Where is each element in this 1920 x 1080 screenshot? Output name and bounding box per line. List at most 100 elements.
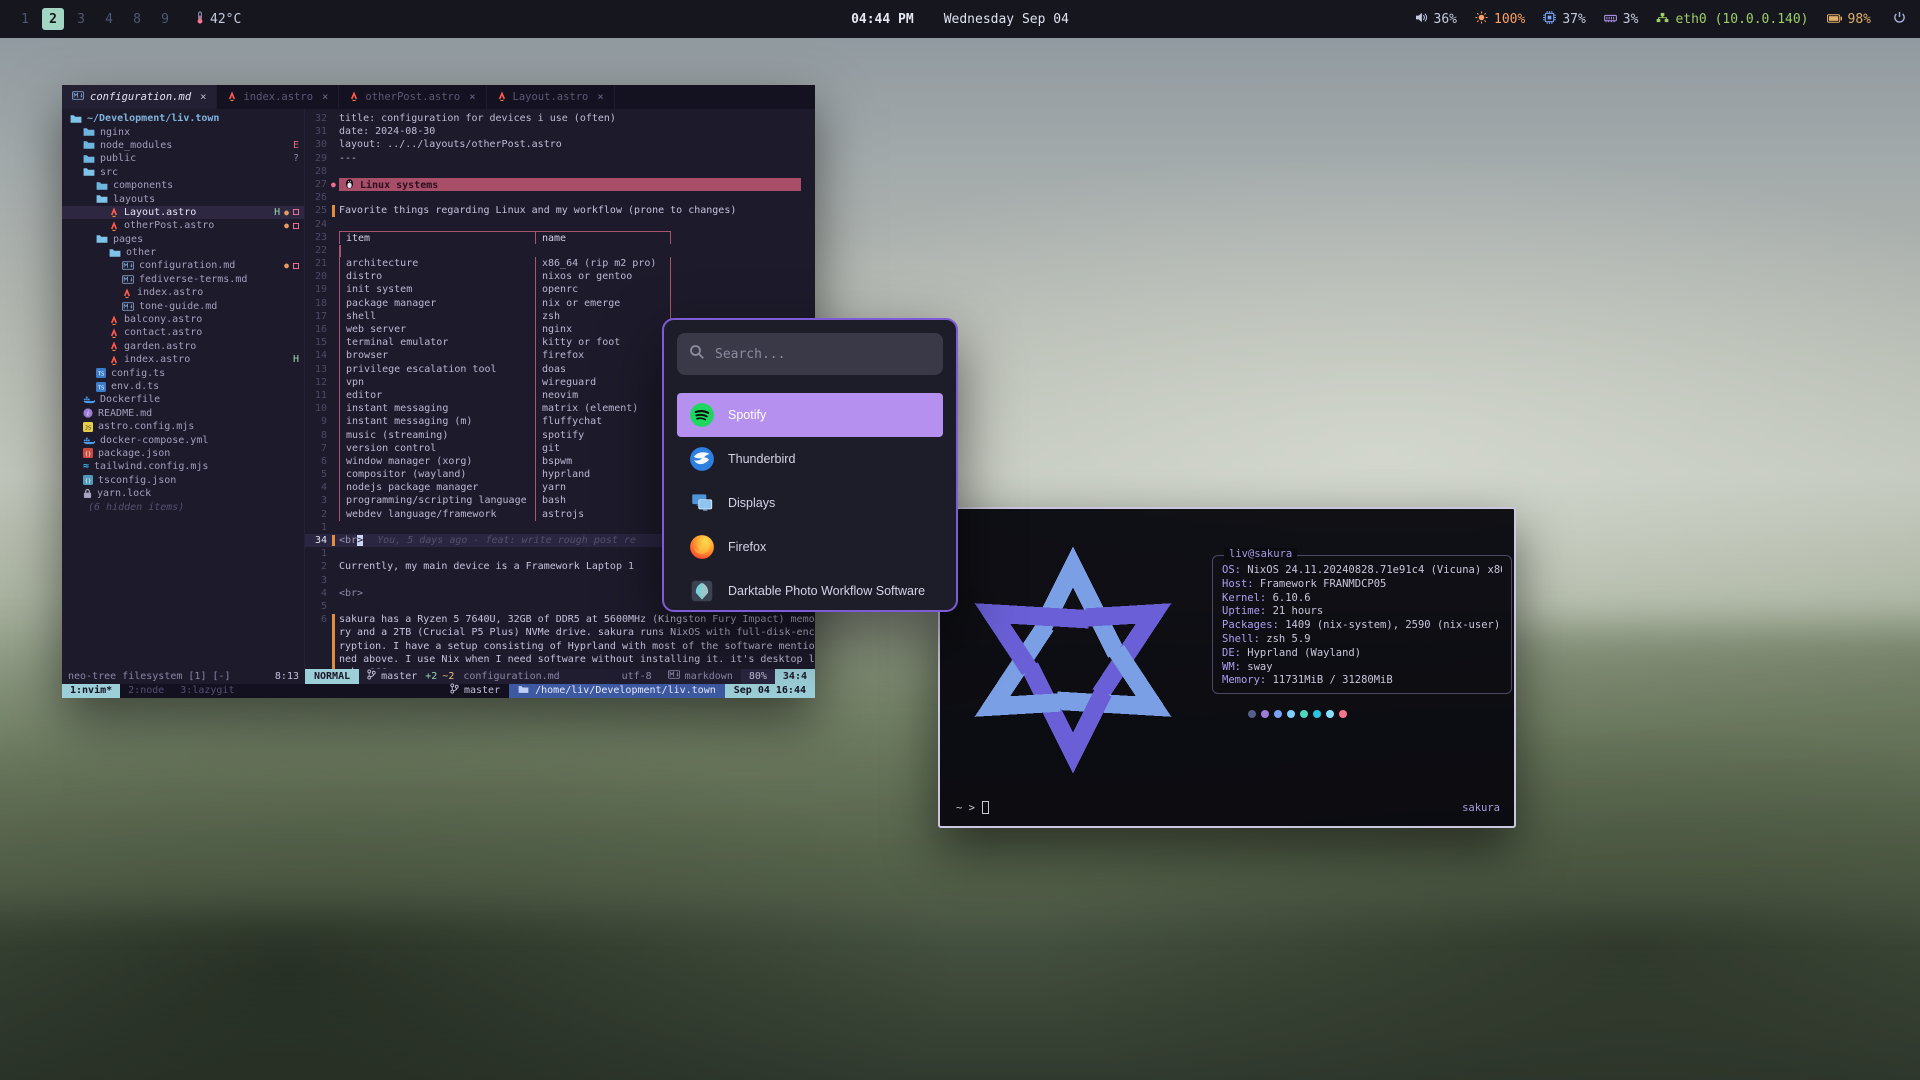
workspace-2[interactable]: 2 — [42, 8, 64, 30]
cpu-module[interactable]: 37% — [1543, 11, 1585, 28]
tree-item[interactable]: balcony.astro — [62, 313, 304, 326]
tree-item[interactable]: index.astro — [62, 286, 304, 299]
buffer-line[interactable]: 31date: 2024-08-30 — [305, 125, 815, 138]
tree-item[interactable]: layouts — [62, 192, 304, 205]
folder-icon — [518, 685, 529, 696]
tmux-window-3[interactable]: 3:lazygit — [172, 684, 242, 698]
tmux-git-branch: master — [464, 684, 500, 698]
buffer-line[interactable]: 21architecturex86_64 (rip m2 pro) — [305, 257, 815, 270]
terminal-cursor[interactable] — [982, 801, 989, 814]
buffer-line[interactable]: 18package managernix or emerge — [305, 297, 815, 310]
launcher-item-spotify[interactable]: Spotify — [677, 393, 943, 437]
power-button[interactable] — [1889, 11, 1906, 28]
tmux-window-1[interactable]: 1:nvim* — [62, 684, 120, 698]
lock-icon — [83, 488, 92, 499]
workspace-1[interactable]: 1 — [14, 8, 36, 30]
tree-item[interactable]: Dockerfile — [62, 393, 304, 406]
brightness-module[interactable]: 100% — [1475, 11, 1525, 28]
tree-item[interactable]: public? — [62, 152, 304, 165]
buffer-line[interactable]: 23itemname — [305, 231, 815, 244]
tree-item[interactable]: node_modulesE — [62, 139, 304, 152]
firefox-icon — [689, 534, 715, 560]
buffer-line[interactable]: 22 — [305, 244, 815, 257]
network-module[interactable]: eth0 (10.0.0.140) — [1656, 12, 1808, 27]
battery-module[interactable]: 98% — [1827, 12, 1871, 27]
git-modified-icon: ● — [284, 221, 289, 230]
tree-item[interactable]: iREADME.md — [62, 407, 304, 420]
system-info-box: OS: NixOS 24.11.20240828.71e91c4 (Vicuna… — [1212, 555, 1512, 694]
buffer-line[interactable]: 25Favorite things regarding Linux and my… — [305, 204, 815, 217]
buffer-line[interactable]: 24 — [305, 218, 815, 231]
tab-Layout.astro[interactable]: Layout.astro× — [487, 85, 615, 109]
tree-item[interactable]: Layout.astroH● — [62, 206, 304, 219]
tree-item[interactable]: otherPost.astro● — [62, 219, 304, 232]
tree-item[interactable]: {}tsconfig.json — [62, 474, 304, 487]
tree-item[interactable]: (6 hidden items) — [62, 500, 304, 513]
folder-open-icon — [109, 248, 121, 258]
tree-item[interactable]: components — [62, 179, 304, 192]
tree-item[interactable]: tone-guide.md — [62, 299, 304, 312]
tree-item[interactable]: other — [62, 246, 304, 259]
clock-date[interactable]: Wednesday Sep 04 — [944, 12, 1069, 27]
temperature-module[interactable]: 42°C — [196, 11, 241, 28]
tree-item[interactable]: yarn.lock — [62, 487, 304, 500]
launcher-item-darktable[interactable]: Darktable Photo Workflow Software — [677, 569, 943, 612]
tree-item[interactable]: fediverse-terms.md — [62, 273, 304, 286]
palette-dot — [1339, 710, 1347, 718]
thermometer-icon — [196, 11, 204, 28]
temperature-value: 42°C — [210, 12, 241, 27]
tree-item[interactable]: {}package.json — [62, 447, 304, 460]
tab-index.astro[interactable]: index.astro× — [217, 85, 339, 109]
buffer-line[interactable]: 26 — [305, 191, 815, 204]
folder-open-icon — [96, 194, 108, 204]
tree-item[interactable]: configuration.md● — [62, 259, 304, 272]
astro-icon — [109, 315, 119, 325]
search-input[interactable] — [715, 347, 931, 362]
tree-item[interactable]: garden.astro — [62, 340, 304, 353]
tree-item[interactable]: contact.astro — [62, 326, 304, 339]
close-icon[interactable]: × — [597, 91, 603, 103]
workspace-3[interactable]: 3 — [70, 8, 92, 30]
folder-icon — [83, 127, 95, 137]
tmux-window-2[interactable]: 2:node — [120, 684, 172, 698]
buffer-line[interactable]: 30layout: ../../layouts/otherPost.astro — [305, 138, 815, 151]
workspace-9[interactable]: 9 — [154, 8, 176, 30]
tab-configuration.md[interactable]: configuration.md× — [62, 85, 217, 109]
tree-item[interactable]: JSastro.config.mjs — [62, 420, 304, 433]
memory-module[interactable]: 3% — [1604, 12, 1639, 27]
fetch-entry: Memory: 11731MiB / 31280MiB — [1222, 674, 1502, 688]
close-icon[interactable]: × — [200, 91, 206, 103]
volume-value: 36% — [1434, 12, 1457, 27]
tree-item[interactable]: nginx — [62, 125, 304, 138]
tree-item[interactable]: TSenv.d.ts — [62, 380, 304, 393]
tree-item[interactable]: index.astroH — [62, 353, 304, 366]
git-modified-icon: ● — [284, 261, 289, 270]
buffer-line[interactable]: 27●Linux systems — [305, 178, 815, 191]
tab-otherPost.astro[interactable]: otherPost.astro× — [339, 85, 486, 109]
buffer-line[interactable]: 19init systemopenrc — [305, 283, 815, 296]
docker-icon — [83, 395, 95, 404]
launcher-search[interactable] — [677, 333, 943, 375]
clock-time[interactable]: 04:44 PM — [851, 12, 914, 27]
tree-item[interactable]: pages — [62, 233, 304, 246]
tree-item[interactable]: ≈tailwind.config.mjs — [62, 460, 304, 473]
tree-item[interactable]: src — [62, 166, 304, 179]
tree-item[interactable]: docker-compose.yml — [62, 433, 304, 446]
buffer-line[interactable]: 32title: configuration for devices i use… — [305, 112, 815, 125]
launcher-item-firefox[interactable]: Firefox — [677, 525, 943, 569]
tree-item[interactable]: ~/Development/liv.town — [62, 112, 304, 125]
close-icon[interactable]: × — [322, 91, 328, 103]
volume-module[interactable]: 36% — [1415, 12, 1457, 27]
buffer-line[interactable]: 6sakura has a Ryzen 5 7640U, 32GB of DDR… — [305, 613, 815, 669]
git-status-letter: ? — [293, 153, 299, 164]
workspace-4[interactable]: 4 — [98, 8, 120, 30]
tree-item[interactable]: TSconfig.ts — [62, 366, 304, 379]
buffer-line[interactable]: 29--- — [305, 152, 815, 165]
launcher-item-displays[interactable]: Displays — [677, 481, 943, 525]
workspace-8[interactable]: 8 — [126, 8, 148, 30]
buffer-line[interactable]: 28 — [305, 165, 815, 178]
close-icon[interactable]: × — [469, 91, 475, 103]
markdown-icon — [668, 669, 680, 684]
launcher-item-thunderbird[interactable]: Thunderbird — [677, 437, 943, 481]
buffer-line[interactable]: 20distronixos or gentoo — [305, 270, 815, 283]
